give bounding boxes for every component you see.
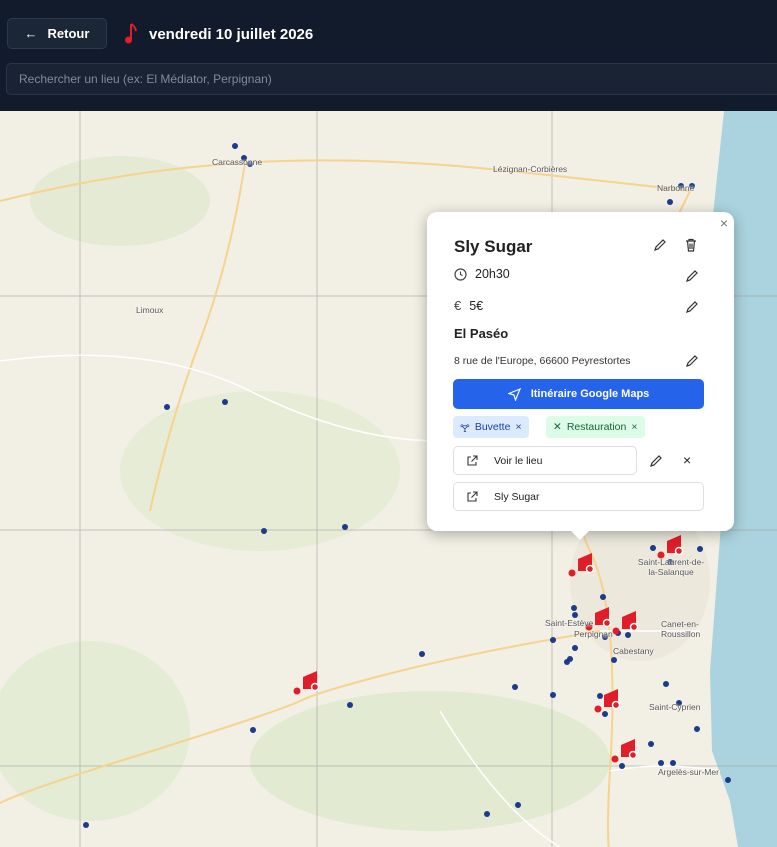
tag-restauration: ✕ Restauration ×: [546, 416, 645, 438]
edit-artist-pencil-icon[interactable]: [653, 238, 667, 252]
time-row: 20h30: [454, 267, 510, 281]
tag-buvette: 🝖 Buvette ×: [453, 416, 529, 438]
popup-tip: [570, 530, 590, 540]
clock-icon: [454, 267, 467, 281]
artist-link-label: Sly Sugar: [494, 490, 540, 503]
event-artist-title: Sly Sugar: [454, 237, 533, 256]
city-label: Perpignan: [574, 629, 613, 639]
edit-link-pencil-icon[interactable]: [649, 454, 663, 468]
google-maps-route-button[interactable]: Itinéraire Google Maps: [453, 379, 704, 409]
city-label: Carcassonne: [212, 157, 263, 167]
price-row: € 5€: [454, 298, 483, 313]
tag-label: Buvette: [474, 421, 511, 433]
city-label: Narbonne: [657, 183, 695, 193]
venue-address: 8 rue de l'Europe, 66600 Peyrestortes: [454, 355, 631, 367]
venue-name: El Paséo: [454, 326, 509, 341]
external-link-icon: [467, 454, 478, 466]
city-label: Canet-en-Roussillon: [661, 619, 701, 639]
city-label: Saint-Estève: [545, 618, 594, 628]
remove-link-button[interactable]: ×: [683, 452, 691, 468]
navigation-arrow-icon: [507, 387, 521, 401]
event-price: 5€: [469, 298, 484, 313]
music-note-icon: [125, 23, 137, 44]
remove-tag-button[interactable]: ×: [631, 421, 637, 433]
delete-trash-icon[interactable]: [684, 238, 698, 252]
close-popup-button[interactable]: ×: [720, 215, 728, 231]
venue-link-label: Voir le lieu: [494, 454, 543, 467]
top-bar: ← Retour vendredi 10 juillet 2026: [0, 0, 777, 111]
city-label: Saint-Laurent-de-la-Salanque: [637, 557, 705, 577]
page-title: vendredi 10 juillet 2026: [149, 26, 314, 43]
search-input[interactable]: [6, 63, 777, 95]
city-label: Limoux: [136, 305, 164, 315]
artist-link-button[interactable]: Sly Sugar: [453, 482, 704, 511]
city-label: Argelès-sur-Mer: [658, 767, 719, 777]
edit-price-pencil-icon[interactable]: [685, 300, 699, 314]
back-button[interactable]: ← Retour: [7, 18, 107, 49]
event-popup: × Sly Sugar 20h30 € 5€ El Paséo 8 rue de…: [427, 212, 734, 540]
route-button-label: Itinéraire Google Maps: [530, 388, 650, 400]
remove-tag-button[interactable]: ×: [515, 421, 521, 433]
arrow-left-icon: ←: [24, 26, 38, 41]
city-label: Cabestany: [613, 646, 654, 656]
city-label: Lézignan-Corbières: [493, 164, 568, 174]
venue-link-button[interactable]: Voir le lieu: [453, 446, 637, 475]
tag-label: Restauration: [566, 421, 627, 433]
back-button-label: Retour: [47, 26, 90, 41]
euro-icon: €: [454, 298, 462, 313]
event-time: 20h30: [475, 267, 510, 281]
edit-address-pencil-icon[interactable]: [685, 354, 699, 368]
edit-time-pencil-icon[interactable]: [685, 269, 699, 283]
city-label: Saint-Cyprien: [649, 702, 701, 712]
external-link-icon: [467, 490, 478, 502]
utensils-icon: ✕: [553, 421, 562, 433]
cup-icon: 🝖: [460, 423, 470, 435]
